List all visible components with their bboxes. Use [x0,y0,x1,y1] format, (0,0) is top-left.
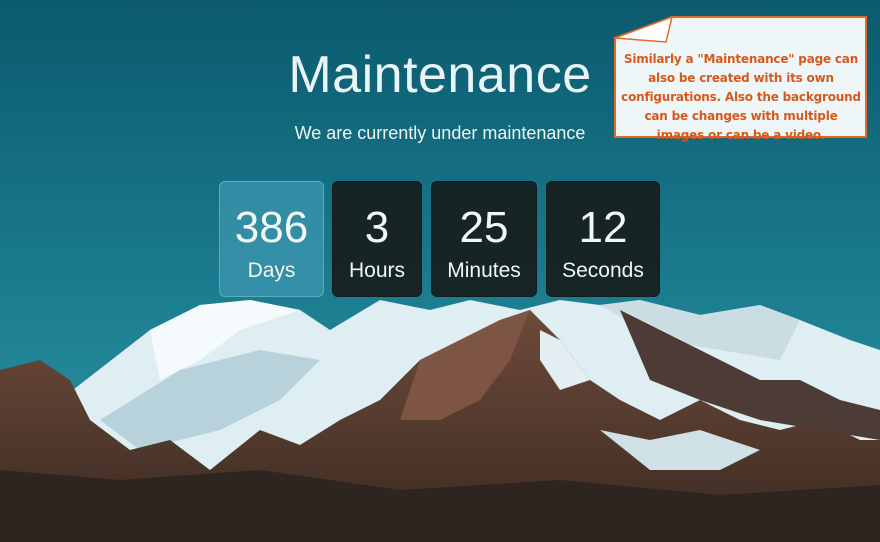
days-value: 386 [234,203,309,252]
countdown-timer: 386 Days 3 Hours 25 Minutes 12 Seconds [0,181,880,299]
countdown-days: 386 Days [219,181,324,297]
seconds-value: 12 [578,203,628,252]
annotation-callout: Similarly a "Maintenance" page can also … [614,16,867,142]
minutes-label: Minutes [447,259,521,282]
annotation-text: Similarly a "Maintenance" page can also … [621,52,861,142]
hours-value: 3 [364,203,390,252]
days-label: Days [247,259,296,282]
seconds-label: Seconds [562,259,644,282]
countdown-seconds: 12 Seconds [546,181,660,297]
countdown-hours: 3 Hours [332,181,422,297]
hours-label: Hours [348,259,406,282]
minutes-value: 25 [459,203,509,252]
countdown-minutes: 25 Minutes [431,181,537,297]
